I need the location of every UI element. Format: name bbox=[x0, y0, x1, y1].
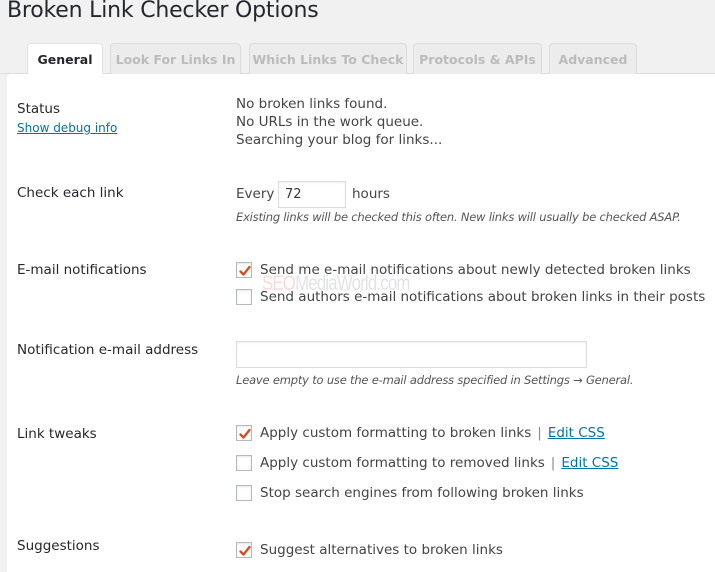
tab-advanced[interactable]: Advanced bbox=[549, 43, 637, 74]
suggest-alternatives-checkbox[interactable] bbox=[236, 542, 252, 558]
format-removed-option[interactable]: Apply custom formatting to removed links… bbox=[236, 454, 618, 472]
format-removed-checkbox[interactable] bbox=[236, 455, 252, 471]
email-authors-checkbox[interactable] bbox=[236, 289, 252, 305]
tab-bar: General Look For Links In Which Links To… bbox=[0, 43, 715, 75]
show-debug-info-link[interactable]: Show debug info bbox=[17, 121, 117, 135]
check-interval-description: Existing links will be checked this ofte… bbox=[236, 210, 681, 224]
checkmark-icon bbox=[239, 265, 251, 276]
check-each-link-label: Check each link bbox=[17, 185, 124, 201]
separator: | bbox=[550, 455, 556, 471]
nofollow-checkbox[interactable] bbox=[236, 485, 252, 501]
checkmark-icon bbox=[239, 545, 251, 556]
options-page: Broken Link Checker Options General Look… bbox=[0, 0, 715, 572]
status-line: No broken links found. bbox=[236, 96, 388, 112]
tab-which-links-to-check[interactable]: Which Links To Check bbox=[249, 43, 407, 74]
suggest-alternatives-option[interactable]: Suggest alternatives to broken links bbox=[236, 541, 503, 559]
nofollow-option[interactable]: Stop search engines from following broke… bbox=[236, 484, 584, 502]
notification-email-description: Leave empty to use the e-mail address sp… bbox=[236, 373, 634, 387]
format-broken-label[interactable]: Apply custom formatting to broken links bbox=[260, 425, 531, 441]
email-authors-label[interactable]: Send authors e-mail notifications about … bbox=[260, 289, 705, 305]
edit-css-removed-link[interactable]: Edit CSS bbox=[561, 455, 618, 471]
suggestions-label: Suggestions bbox=[17, 538, 100, 554]
check-interval-input[interactable] bbox=[278, 181, 346, 208]
format-broken-checkbox[interactable] bbox=[236, 425, 252, 441]
notification-email-label: Notification e-mail address bbox=[17, 342, 199, 358]
suggest-alternatives-label[interactable]: Suggest alternatives to broken links bbox=[260, 542, 503, 558]
status-label: Status bbox=[17, 101, 61, 117]
edit-css-broken-link[interactable]: Edit CSS bbox=[548, 425, 605, 441]
checkmark-icon bbox=[239, 428, 251, 439]
email-me-checkbox[interactable] bbox=[236, 262, 252, 278]
email-me-option[interactable]: Send me e-mail notifications about newly… bbox=[236, 261, 691, 279]
format-removed-label[interactable]: Apply custom formatting to removed links bbox=[260, 455, 545, 471]
email-me-label[interactable]: Send me e-mail notifications about newly… bbox=[260, 262, 691, 278]
tab-look-for-links-in[interactable]: Look For Links In bbox=[110, 43, 241, 74]
status-line: No URLs in the work queue. bbox=[236, 114, 424, 130]
notification-email-input[interactable] bbox=[236, 341, 587, 368]
separator: | bbox=[537, 425, 542, 441]
page-title: Broken Link Checker Options bbox=[7, 0, 319, 23]
format-broken-option[interactable]: Apply custom formatting to broken links … bbox=[236, 424, 605, 442]
tab-general[interactable]: General bbox=[27, 43, 103, 75]
nofollow-label[interactable]: Stop search engines from following broke… bbox=[260, 485, 584, 501]
status-line: Searching your blog for links... bbox=[236, 132, 443, 148]
link-tweaks-label: Link tweaks bbox=[17, 426, 97, 442]
email-authors-option[interactable]: Send authors e-mail notifications about … bbox=[236, 288, 705, 306]
check-interval-prefix: Every bbox=[236, 186, 275, 202]
tab-protocols-apis[interactable]: Protocols & APIs bbox=[413, 43, 542, 74]
email-notifications-label: E-mail notifications bbox=[17, 262, 147, 278]
check-interval-suffix: hours bbox=[352, 186, 390, 202]
